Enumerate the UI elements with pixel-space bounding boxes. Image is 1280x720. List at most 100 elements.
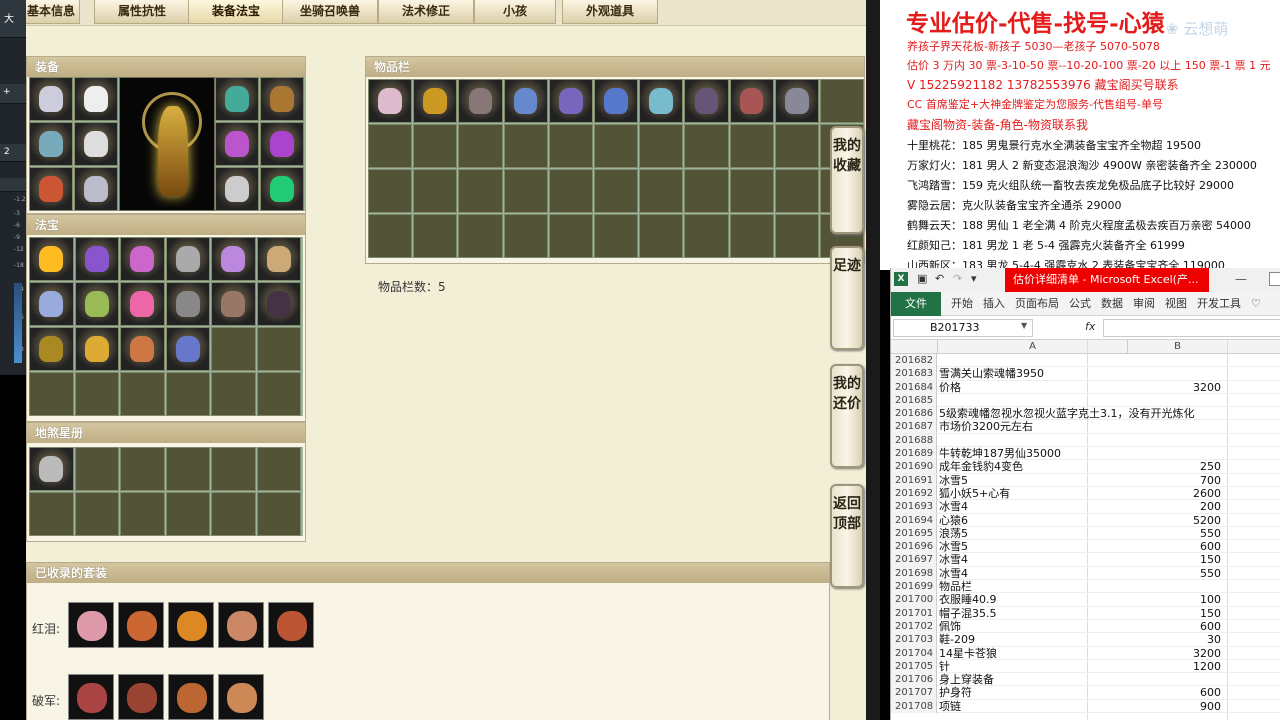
dishax-slot-empty[interactable] <box>165 447 210 491</box>
tab-attributes[interactable]: 属性抗性 <box>94 0 190 24</box>
fabao-slot[interactable] <box>29 237 74 281</box>
table-row[interactable]: 201708 项链 900 <box>891 699 1280 714</box>
cell-b[interactable]: 600 <box>1127 620 1221 633</box>
equip-slot[interactable] <box>74 122 118 166</box>
chevron-down-icon[interactable]: ▼ <box>1021 321 1027 330</box>
table-row[interactable]: 201692 狐小妖5+心有 2600 <box>891 486 1280 501</box>
column-header-b[interactable]: B <box>1127 340 1227 354</box>
table-row[interactable]: 201682 <box>891 354 1280 368</box>
ribbon-tab-data[interactable]: 数据 <box>1101 292 1123 316</box>
tab-appearance[interactable]: 外观道具 <box>562 0 658 24</box>
inventory-slot-empty[interactable] <box>593 124 639 168</box>
inventory-slot-empty[interactable] <box>819 79 865 123</box>
cell-b[interactable]: 700 <box>1127 474 1221 487</box>
ribbon-tab-formulas[interactable]: 公式 <box>1069 292 1091 316</box>
inventory-slot-empty[interactable] <box>729 124 774 168</box>
dishax-slot-empty[interactable] <box>211 492 256 536</box>
equip-slot[interactable] <box>260 122 304 166</box>
cell-b[interactable]: 30 <box>1127 633 1221 646</box>
fabao-slot-empty[interactable] <box>74 372 119 416</box>
row-number[interactable]: 201702 <box>891 619 937 633</box>
redo-icon[interactable]: ↷ <box>953 272 962 285</box>
cell-b[interactable]: 3200 <box>1127 381 1221 394</box>
equip-slot[interactable] <box>260 77 304 121</box>
row-number[interactable]: 201704 <box>891 646 937 660</box>
row-number[interactable]: 201699 <box>891 580 937 594</box>
fabao-slot-empty[interactable] <box>211 327 256 371</box>
ribbon-tab-insert[interactable]: 插入 <box>983 292 1005 316</box>
suit-appearance-icon[interactable] <box>118 602 164 648</box>
cell-b[interactable]: 250 <box>1127 460 1221 473</box>
file-tab[interactable]: 文件 <box>891 292 941 316</box>
row-number[interactable]: 201706 <box>891 673 937 687</box>
plus-icon[interactable]: + <box>3 87 11 97</box>
inventory-slot-empty[interactable] <box>413 214 458 258</box>
inventory-slot-empty[interactable] <box>729 169 774 213</box>
fabao-slot[interactable] <box>165 282 210 326</box>
row-number[interactable]: 201703 <box>891 633 937 647</box>
suit-appearance-icon[interactable] <box>268 602 314 648</box>
dishax-slot-empty[interactable] <box>74 492 119 536</box>
inventory-slot-empty[interactable] <box>458 169 503 213</box>
cell-b[interactable]: 3200 <box>1127 647 1221 660</box>
inventory-slot-empty[interactable] <box>684 214 729 258</box>
fabao-slot[interactable] <box>256 237 301 281</box>
cell-a[interactable]: 雪满关山索魂幡3950 <box>939 367 1229 380</box>
inventory-slot-empty[interactable] <box>368 169 413 213</box>
undo-icon[interactable]: ↶ <box>935 272 944 285</box>
equip-slot[interactable] <box>74 77 118 121</box>
row-number[interactable]: 201683 <box>891 367 937 381</box>
tab-equipment[interactable]: 装备法宝 <box>188 0 284 24</box>
cell-a[interactable]: 牛转乾坤187男仙35000 <box>939 447 1229 460</box>
inventory-slot-empty[interactable] <box>639 169 684 213</box>
inventory-slot-empty[interactable] <box>368 214 413 258</box>
inventory-slot-empty[interactable] <box>639 124 684 168</box>
ribbon-tab-developer[interactable]: 开发工具 <box>1197 292 1241 316</box>
inventory-slot[interactable] <box>639 79 684 123</box>
row-number[interactable]: 201700 <box>891 593 937 607</box>
inventory-slot[interactable] <box>368 79 413 123</box>
dishax-slot-empty[interactable] <box>120 492 165 536</box>
dishax-slot-empty[interactable] <box>165 492 210 536</box>
tab-basic-info[interactable]: 基本信息 <box>26 0 80 24</box>
table-row[interactable]: 201691 冰雪5 700 <box>891 473 1280 487</box>
row-number[interactable]: 201697 <box>891 553 937 567</box>
fabao-slot[interactable] <box>29 327 74 371</box>
equip-slot[interactable] <box>215 77 259 121</box>
row-number[interactable]: 201701 <box>891 606 937 620</box>
table-row[interactable]: 201699 物品栏 <box>891 580 1280 594</box>
row-number[interactable]: 201707 <box>891 686 937 700</box>
fabao-slot[interactable] <box>74 237 119 281</box>
inventory-slot-empty[interactable] <box>413 124 458 168</box>
suit-appearance-icon[interactable] <box>118 674 164 720</box>
equip-slot[interactable] <box>260 167 304 211</box>
inventory-slot-empty[interactable] <box>548 214 593 258</box>
equip-slot[interactable] <box>215 122 259 166</box>
dishax-slot-empty[interactable] <box>256 492 301 536</box>
cell-a[interactable]: 物品栏 <box>939 580 1229 593</box>
cell-b[interactable]: 100 <box>1127 593 1221 606</box>
tab-child[interactable]: 小孩 <box>474 0 556 24</box>
table-row[interactable]: 201705 针 1200 <box>891 659 1280 674</box>
cell-b[interactable]: 5200 <box>1127 514 1221 527</box>
dishax-slot[interactable] <box>29 447 74 491</box>
fabao-slot[interactable] <box>29 282 74 326</box>
inventory-slot-empty[interactable] <box>684 169 729 213</box>
fabao-slot[interactable] <box>256 282 301 326</box>
ribbon-tab-layout[interactable]: 页面布局 <box>1015 292 1059 316</box>
equip-slot[interactable] <box>215 167 259 211</box>
row-number[interactable]: 201688 <box>891 433 937 447</box>
table-row[interactable]: 201694 心猿6 5200 <box>891 513 1280 527</box>
fabao-slot[interactable] <box>74 282 119 326</box>
row-number[interactable]: 201698 <box>891 566 937 580</box>
minimize-icon[interactable]: — <box>1235 272 1247 286</box>
cell-a[interactable]: 5级索魂幡忽视水忽视火蓝字克土3.1，没有开光炼化 <box>939 407 1229 420</box>
row-number[interactable]: 201689 <box>891 447 937 461</box>
inventory-slot-empty[interactable] <box>774 214 819 258</box>
fabao-slot[interactable] <box>120 237 165 281</box>
table-row[interactable]: 201701 帽子混35.5 150 <box>891 606 1280 620</box>
fabao-slot-empty[interactable] <box>29 372 74 416</box>
dishax-slot-empty[interactable] <box>29 492 74 536</box>
inventory-slot-empty[interactable] <box>503 124 548 168</box>
inventory-slot[interactable] <box>458 79 503 123</box>
